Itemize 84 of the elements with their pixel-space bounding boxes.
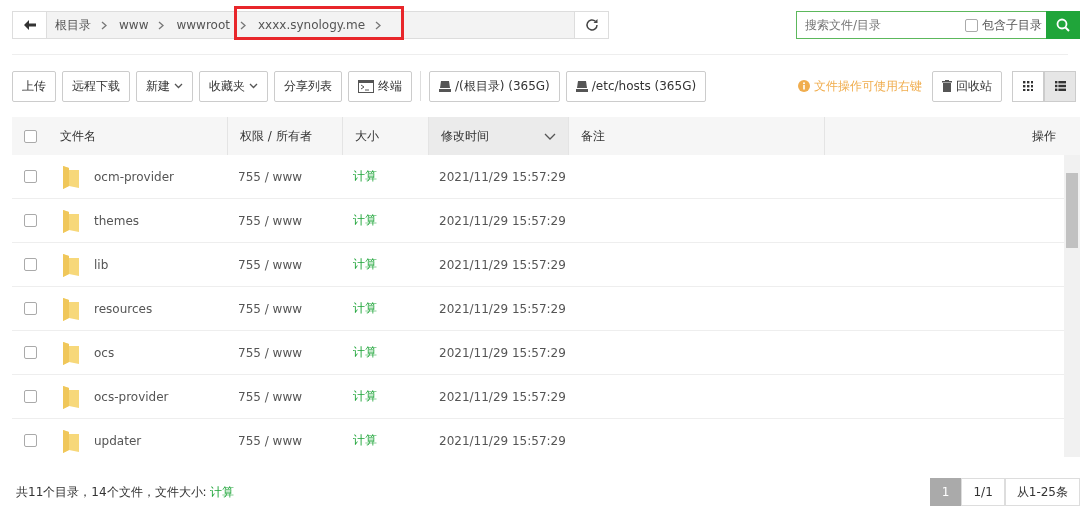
hint-text: 文件操作可使用右键	[814, 77, 922, 95]
grid-icon	[1023, 81, 1033, 91]
toolbar-button[interactable]: 分享列表	[274, 70, 342, 102]
folder-icon	[62, 427, 80, 454]
disk-button[interactable]: /(根目录) (365G)	[429, 70, 560, 102]
toolbar-button[interactable]: 新建	[136, 70, 193, 102]
modified-cell-text: 2021/11/29 15:57:29	[438, 345, 567, 360]
breadcrumb-item[interactable]: xxxx.synology.me	[249, 12, 386, 38]
toolbar-button[interactable]: 收藏夹	[199, 70, 268, 102]
search-button[interactable]	[1046, 11, 1080, 39]
recycle-bin-button[interactable]: 回收站	[932, 70, 1002, 102]
permission-cell-text: 755 / www	[237, 389, 304, 404]
file-name[interactable]: ocm-provider	[94, 169, 174, 184]
modified-cell-text: 2021/11/29 15:57:29	[438, 433, 567, 448]
disk-button[interactable]: /etc/hosts (365G)	[565, 70, 707, 102]
permission-cell-text: 755 / www	[237, 345, 304, 360]
select-all-checkbox[interactable]	[23, 129, 37, 143]
chevron-right-icon	[158, 20, 165, 30]
folder-icon	[62, 163, 80, 190]
chevron-right-icon	[375, 20, 382, 30]
column-header[interactable]: 文件名	[48, 117, 228, 155]
file-name[interactable]: lib	[94, 257, 109, 272]
list-icon	[1054, 81, 1066, 91]
permission-cell-text: 755 / www	[237, 433, 304, 448]
modified-cell-text: 2021/11/29 15:57:29	[438, 389, 567, 404]
scrollbar[interactable]	[1064, 155, 1080, 457]
caret-down-icon	[249, 83, 258, 89]
summary-text: 共11个目录，14个文件，文件大小: 计算	[16, 483, 235, 501]
checkbox[interactable]	[965, 18, 978, 32]
refresh-button[interactable]	[574, 12, 608, 38]
modified-cell-text: 2021/11/29 15:57:29	[438, 169, 567, 184]
checkbox-label: 包含子目录	[982, 16, 1042, 34]
breadcrumb-item[interactable]: wwwroot	[168, 12, 250, 38]
row-checkbox[interactable]	[23, 346, 37, 359]
column-header[interactable]: 权限 / 所有者	[228, 117, 343, 155]
pagination-item[interactable]: 从1-25条	[1004, 478, 1080, 506]
drive-icon	[439, 80, 451, 92]
file-name[interactable]: updater	[94, 433, 142, 448]
toolbar-button[interactable]: 终端	[348, 70, 412, 102]
trash-icon	[942, 80, 952, 92]
permission-cell-text: 755 / www	[237, 169, 304, 184]
row-checkbox[interactable]	[23, 434, 37, 447]
toolbar-button[interactable]: 远程下载	[62, 70, 130, 102]
folder-icon	[62, 383, 80, 410]
search-field[interactable]: 搜索文件/目录	[796, 11, 965, 39]
file-name[interactable]: themes	[94, 213, 140, 228]
arrow-left-icon	[23, 20, 36, 30]
modified-cell-text: 2021/11/29 15:57:29	[438, 213, 567, 228]
column-header[interactable]: 操作	[824, 117, 1080, 155]
column-header[interactable]: 修改时间	[429, 117, 569, 155]
permission-cell-text: 755 / www	[237, 213, 304, 228]
row-checkbox[interactable]	[23, 302, 37, 315]
refresh-icon	[584, 18, 599, 32]
row-checkbox[interactable]	[23, 390, 37, 403]
file-name[interactable]: ocs	[94, 345, 115, 360]
modified-cell-text: 2021/11/29 15:57:29	[438, 301, 567, 316]
sort-chevron-icon	[544, 132, 556, 140]
pagination-item[interactable]: 1/1	[961, 478, 1005, 506]
caret-down-icon	[174, 83, 183, 89]
breadcrumb-item[interactable]: 根目录	[47, 12, 111, 38]
file-name[interactable]: resources	[94, 301, 153, 316]
list-view-button[interactable]	[1044, 70, 1076, 102]
drive-icon	[575, 80, 588, 92]
chevron-right-icon	[101, 20, 107, 30]
back-button[interactable]	[13, 12, 47, 38]
file-name[interactable]: ocs-provider	[94, 389, 169, 404]
row-checkbox[interactable]	[23, 170, 37, 183]
grid-view-button[interactable]	[1012, 70, 1044, 102]
folder-icon	[62, 207, 80, 234]
row-checkbox[interactable]	[23, 214, 37, 227]
chevron-right-icon	[239, 20, 246, 30]
column-header[interactable]: 备注	[569, 117, 825, 155]
permission-cell-text: 755 / www	[237, 257, 304, 272]
toolbar-button[interactable]: 上传	[12, 70, 56, 102]
folder-icon	[62, 295, 80, 322]
breadcrumb-item[interactable]: www	[111, 12, 169, 38]
modified-cell-text: 2021/11/29 15:57:29	[438, 257, 567, 272]
folder-icon	[62, 251, 80, 278]
folder-icon	[62, 339, 80, 366]
search-icon	[1056, 18, 1070, 32]
info-icon	[798, 80, 810, 92]
terminal-icon	[358, 79, 374, 93]
permission-cell-text: 755 / www	[237, 301, 304, 316]
row-checkbox[interactable]	[23, 258, 37, 271]
